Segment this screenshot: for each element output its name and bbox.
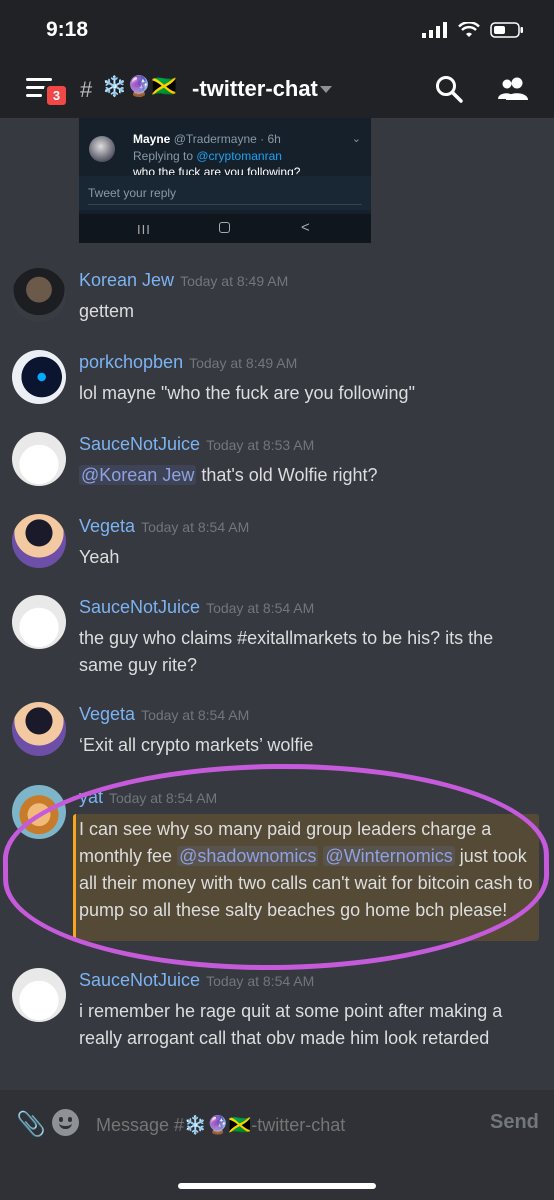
- message-text: Yeah: [79, 547, 120, 567]
- signal-icon: [422, 22, 447, 38]
- channel-title[interactable]: -twitter-chat: [192, 76, 318, 102]
- avatar[interactable]: [12, 514, 66, 568]
- message-author[interactable]: SauceNotJuice: [79, 597, 200, 617]
- message-timestamp: Today at 8:54 AM: [206, 600, 315, 616]
- avatar[interactable]: [12, 595, 66, 649]
- message-text: I can see why so many paid group leaders…: [79, 819, 533, 920]
- avatar[interactable]: [12, 702, 66, 756]
- message-timestamp: Today at 8:49 AM: [180, 273, 289, 289]
- message-author[interactable]: Vegeta: [79, 704, 135, 724]
- message-text: @Korean Jew that's old Wolfie right?: [79, 465, 378, 485]
- message-text: ‘Exit all crypto markets’ wolfie: [79, 735, 314, 755]
- message-timestamp: Today at 8:54 AM: [141, 707, 250, 723]
- divider: [88, 204, 362, 205]
- message-author[interactable]: porkchopben: [79, 352, 183, 372]
- message-timestamp: Today at 8:54 AM: [141, 519, 250, 535]
- avatar[interactable]: [12, 968, 66, 1022]
- message-author[interactable]: yat: [79, 787, 103, 807]
- status-bar: 9:18: [0, 0, 554, 62]
- tweet-screenshot-attachment[interactable]: Mayne @Tradermayne · 6h ⌄ Replying to @c…: [79, 118, 371, 243]
- members-icon[interactable]: [496, 74, 530, 104]
- message-text: i remember he rage quit at some point af…: [79, 1001, 503, 1048]
- channel-hash-icon: #: [80, 77, 93, 102]
- paperclip-icon[interactable]: 📎: [16, 1110, 46, 1139]
- replying-prefix: Replying to: [133, 149, 197, 163]
- recent-apps-icon: III: [137, 222, 151, 237]
- replying-to-link: @cryptomanran: [196, 149, 282, 163]
- message-timestamp: Today at 8:49 AM: [189, 355, 298, 371]
- battery-icon: [490, 22, 523, 38]
- message-author[interactable]: Korean Jew: [79, 270, 174, 290]
- chevron-down-icon[interactable]: [320, 86, 332, 93]
- message-input[interactable]: [96, 1112, 476, 1138]
- user-mention[interactable]: @Winternomics: [323, 846, 455, 866]
- message-author[interactable]: SauceNotJuice: [79, 434, 200, 454]
- chevron-down-icon: ⌄: [351, 133, 361, 145]
- back-icon: <: [301, 219, 310, 236]
- status-time: 9:18: [46, 18, 89, 41]
- search-icon[interactable]: [434, 74, 464, 104]
- avatar[interactable]: [12, 350, 66, 404]
- home-icon: [219, 222, 230, 233]
- channel-header: 3 # ❄️🔮🇯🇲 -twitter-chat: [0, 62, 554, 118]
- user-mention[interactable]: @Korean Jew: [79, 465, 197, 485]
- notification-badge: 3: [44, 83, 69, 108]
- message-text: gettem: [79, 301, 135, 321]
- user-mention[interactable]: @shadownomics: [177, 846, 319, 866]
- message-timestamp: Today at 8:54 AM: [109, 790, 218, 806]
- wifi-icon: [458, 22, 480, 37]
- avatar[interactable]: [12, 785, 66, 839]
- message-author[interactable]: Vegeta: [79, 516, 135, 536]
- tweet-avatar: [89, 136, 115, 162]
- tweet-author: Mayne: [133, 132, 171, 146]
- emoji-icon[interactable]: [52, 1109, 79, 1136]
- message-timestamp: Today at 8:54 AM: [206, 973, 315, 989]
- tweet-text: who the fuck are you following?: [133, 165, 301, 175]
- avatar[interactable]: [12, 432, 66, 486]
- avatar[interactable]: [12, 268, 66, 322]
- message-text: the guy who claims #exitallmarkets to be…: [79, 628, 494, 675]
- message-author[interactable]: SauceNotJuice: [79, 970, 200, 990]
- message-text: lol mayne "who the fuck are you followin…: [79, 383, 415, 403]
- home-indicator: [178, 1183, 376, 1189]
- send-button[interactable]: Send: [490, 1111, 539, 1134]
- tweet-handle: @Tradermayne · 6h: [173, 132, 281, 146]
- channel-emoji: ❄️🔮🇯🇲: [102, 76, 177, 98]
- status-icons: [422, 22, 524, 38]
- tweet-reply-placeholder: Tweet your reply: [88, 186, 177, 200]
- message-timestamp: Today at 8:53 AM: [206, 437, 315, 453]
